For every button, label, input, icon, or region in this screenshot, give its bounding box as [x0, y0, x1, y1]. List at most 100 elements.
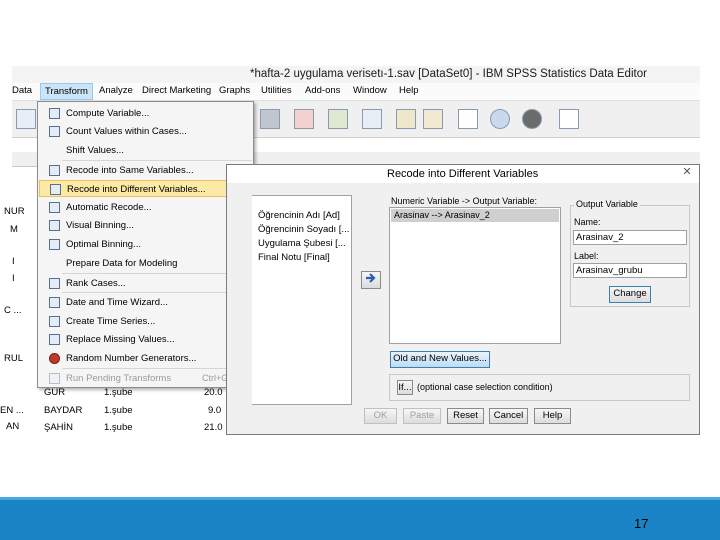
- label-input-value: Arasinav_grubu: [576, 265, 643, 276]
- menu-analyze[interactable]: Analyze: [99, 85, 133, 96]
- cell-group: 1.şube: [104, 405, 133, 416]
- menu-item-run-pending: Run Pending Transforms Ctrl+G: [39, 370, 251, 387]
- menu-item-create-time-series[interactable]: Create Time Series...: [39, 313, 251, 330]
- menu-item-shift-values[interactable]: Shift Values...: [39, 142, 251, 159]
- menu-item-recode-different[interactable]: Recode into Different Variables...: [39, 180, 251, 197]
- menu-item-rank-cases[interactable]: Rank Cases...: [39, 275, 251, 292]
- menu-utilities[interactable]: Utilities: [261, 85, 292, 96]
- menu-direct-marketing[interactable]: Direct Marketing: [142, 85, 211, 96]
- cell-name: BAYDAR: [44, 405, 83, 416]
- dialog-title-bar: Recode into Different Variables: [227, 165, 699, 183]
- dice-icon: [49, 353, 60, 364]
- name-input-value: Arasinav_2: [576, 232, 624, 243]
- menu-add-ons[interactable]: Add-ons: [305, 85, 340, 96]
- menu-graphs[interactable]: Graphs: [219, 85, 250, 96]
- insert-cases-icon[interactable]: [294, 109, 314, 129]
- value-labels-icon[interactable]: [458, 109, 478, 129]
- menu-shortcut: Ctrl+G: [202, 373, 229, 383]
- menu-item-label: Recode into Same Variables...: [66, 165, 194, 176]
- weight-cases-icon[interactable]: [396, 109, 416, 129]
- select-cases-icon[interactable]: [423, 109, 443, 129]
- cancel-button[interactable]: Cancel: [489, 408, 528, 424]
- name-input[interactable]: Arasinav_2: [573, 230, 687, 245]
- change-button[interactable]: Change: [609, 286, 651, 303]
- window-title-bar: *hafta-2 uygulama verisetı-1.sav [DataSe…: [12, 66, 700, 83]
- menu-item-date-time-wizard[interactable]: Date and Time Wizard...: [39, 294, 251, 311]
- mapping-list-label: Numeric Variable -> Output Variable:: [391, 196, 537, 206]
- menu-item-label: Visual Binning...: [66, 220, 134, 231]
- calendar-icon: [49, 297, 60, 308]
- transform-menu: Compute Variable... Count Values within …: [37, 101, 254, 388]
- split-file-icon[interactable]: [362, 109, 382, 129]
- insert-variable-icon[interactable]: [328, 109, 348, 129]
- name-label: Name:: [574, 217, 601, 227]
- menu-item-automatic-recode[interactable]: Automatic Recode...: [39, 199, 251, 216]
- menu-data[interactable]: Data: [12, 85, 32, 96]
- rank-icon: [49, 278, 60, 289]
- count-icon: [49, 126, 60, 137]
- menu-item-random-number[interactable]: Random Number Generators...: [39, 350, 251, 367]
- recode-icon: [49, 165, 60, 176]
- ok-button[interactable]: OK: [364, 408, 397, 424]
- menu-item-prepare-data[interactable]: Prepare Data for Modeling▶: [39, 255, 251, 272]
- table-row[interactable]: BAYDAR 1.şube 9.0: [40, 403, 226, 419]
- show-all-icon[interactable]: [522, 109, 542, 129]
- menu-item-visual-binning[interactable]: Visual Binning...: [39, 217, 251, 234]
- list-item[interactable]: Final Notu [Final]: [258, 252, 330, 263]
- menu-item-compute-variable[interactable]: Compute Variable...: [39, 105, 251, 122]
- label-input[interactable]: Arasinav_grubu: [573, 263, 687, 278]
- menu-item-label: Shift Values...: [66, 145, 124, 156]
- menu-window[interactable]: Window: [353, 85, 387, 96]
- menu-item-label: Optimal Binning...: [66, 239, 141, 250]
- table-row[interactable]: ŞAHİN 1.şube 21.0: [40, 420, 226, 436]
- calculator-icon: [49, 108, 60, 119]
- list-item[interactable]: Uygulama Şubesi [...: [258, 238, 346, 249]
- use-sets-icon[interactable]: [490, 109, 510, 129]
- close-icon[interactable]: ✕: [676, 165, 698, 179]
- run-icon: [49, 373, 60, 384]
- grid-row-label: I: [12, 273, 15, 284]
- recode-icon: [50, 184, 61, 195]
- binning-icon: [49, 239, 60, 250]
- menu-help[interactable]: Help: [399, 85, 419, 96]
- if-hint: (optional case selection condition): [417, 382, 553, 392]
- menu-item-recode-same[interactable]: Recode into Same Variables...: [39, 162, 251, 179]
- menu-item-replace-missing[interactable]: Replace Missing Values...: [39, 331, 251, 348]
- list-item-selected[interactable]: Arasinav --> Arasinav_2: [391, 209, 559, 222]
- cell-value: 9.0: [208, 405, 222, 416]
- cell-name: GÜR: [44, 387, 66, 398]
- old-new-values-button[interactable]: Old and New Values...: [390, 351, 490, 368]
- grid-row-label: AN: [6, 421, 20, 432]
- source-variable-list[interactable]: Öğrencinin Adı [Ad] Öğrencinin Soyadı [.…: [252, 195, 352, 405]
- menu-item-label: Recode into Different Variables...: [67, 184, 206, 195]
- spell-check-icon[interactable]: [559, 109, 579, 129]
- mapping-list[interactable]: Arasinav --> Arasinav_2: [389, 207, 561, 344]
- menu-bar: Data Transform Analyze Direct Marketing …: [12, 83, 700, 101]
- output-variable-legend: Output Variable: [574, 199, 640, 209]
- grid-row-label: RUL: [4, 353, 24, 364]
- binoculars-icon[interactable]: [260, 109, 280, 129]
- menu-separator: [62, 273, 252, 274]
- menu-item-label: Compute Variable...: [66, 108, 150, 119]
- cell-name: ŞAHİN: [44, 422, 74, 433]
- cell-value: 20.0: [204, 387, 223, 398]
- if-button[interactable]: If...: [397, 380, 413, 395]
- paste-button[interactable]: Paste: [403, 408, 441, 424]
- list-item[interactable]: Öğrencinin Adı [Ad]: [258, 210, 340, 221]
- menu-item-count-values[interactable]: Count Values within Cases...: [39, 123, 251, 140]
- help-button[interactable]: Help: [534, 408, 571, 424]
- cell-group: 1.şube: [104, 422, 133, 433]
- menu-separator: [62, 292, 252, 293]
- menu-item-optimal-binning[interactable]: Optimal Binning...: [39, 236, 251, 253]
- move-arrow-button[interactable]: [361, 271, 381, 289]
- list-item[interactable]: Öğrencinin Soyadı [...: [258, 224, 349, 235]
- reset-button[interactable]: Reset: [447, 408, 484, 424]
- open-icon[interactable]: [16, 109, 36, 129]
- mapping-item-label: Arasinav --> Arasinav_2: [394, 210, 490, 220]
- grid-row-label: NUR: [4, 206, 25, 217]
- cell-group: 1.şube: [104, 387, 133, 398]
- menu-item-label: Date and Time Wizard...: [66, 297, 168, 308]
- menu-transform[interactable]: Transform: [40, 83, 93, 100]
- menu-item-label: Random Number Generators...: [66, 353, 197, 364]
- data-grid: GÜR 1.şube 20.0 BAYDAR 1.şube 9.0 ŞAHİN …: [40, 385, 226, 433]
